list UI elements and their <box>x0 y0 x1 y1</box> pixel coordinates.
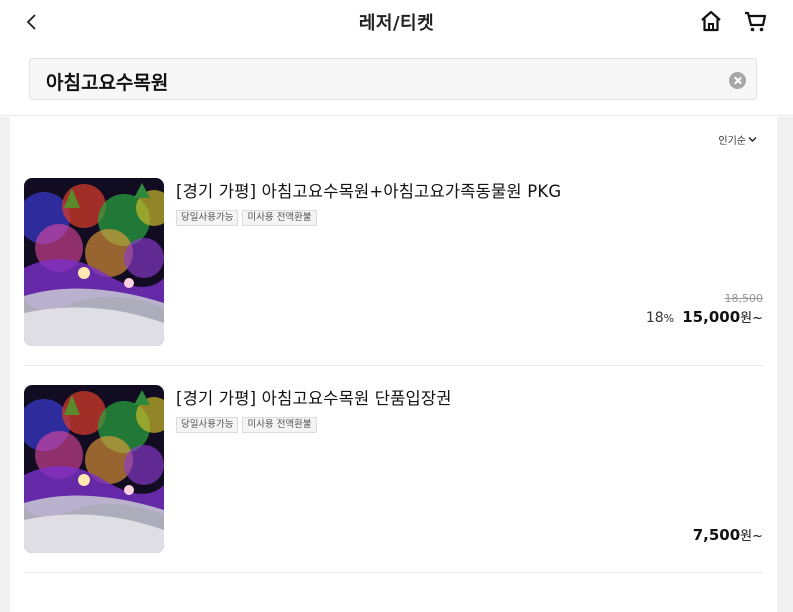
tag-same-day: 당일사용가능 <box>176 210 239 226</box>
original-price: 18,500 <box>724 292 764 305</box>
top-header: 레저/티켓 <box>0 0 793 44</box>
cart-icon <box>745 11 767 32</box>
home-icon <box>701 10 721 32</box>
currency-label: 원~ <box>740 529 763 544</box>
price-line: 18% 15,000원~ <box>646 307 763 326</box>
search-section: 아침고요수목원 <box>0 44 793 116</box>
sort-dropdown[interactable]: 인기순 <box>718 132 757 147</box>
product-tags: 당일사용가능 미사용 전액환불 <box>176 210 317 226</box>
clear-search-icon[interactable] <box>729 72 746 89</box>
chevron-down-icon <box>748 137 757 142</box>
product-title[interactable]: [경기 가평] 아침고요수목원+아침고요가족동물원 PKG <box>176 178 561 202</box>
page-title: 레저/티켓 <box>358 13 435 34</box>
product-list: 인기순 [경기 가평] 아침고요수목원+아침고요가족동물원 PKG 당일사용가능… <box>10 117 777 612</box>
home-button[interactable] <box>698 8 724 34</box>
tag-refund: 미사용 전액환불 <box>242 417 317 433</box>
sort-bar: 인기순 <box>10 117 777 159</box>
product-item[interactable]: [경기 가평] 아침고요수목원 단품입장권 당일사용가능 미사용 전액환불 7,… <box>24 366 763 573</box>
discount-rate: 18% <box>645 310 675 326</box>
sort-label: 인기순 <box>718 136 746 147</box>
product-thumbnail[interactable] <box>24 385 164 553</box>
tag-refund: 미사용 전액환불 <box>242 210 317 226</box>
sale-price: 15,000 <box>682 308 741 326</box>
product-thumbnail[interactable] <box>24 178 164 346</box>
cart-button[interactable] <box>742 8 768 34</box>
currency-label: 원~ <box>740 311 763 326</box>
search-input[interactable]: 아침고요수목원 <box>29 58 757 100</box>
search-query: 아침고요수목원 <box>46 72 169 94</box>
product-item[interactable]: [경기 가평] 아침고요수목원+아침고요가족동물원 PKG 당일사용가능 미사용… <box>24 159 763 366</box>
tag-same-day: 당일사용가능 <box>176 417 239 433</box>
sale-price: 7,500 <box>692 526 741 544</box>
product-tags: 당일사용가능 미사용 전액환불 <box>176 417 317 433</box>
price-line: 7,500원~ <box>693 525 763 544</box>
product-title[interactable]: [경기 가평] 아침고요수목원 단품입장권 <box>176 385 452 409</box>
